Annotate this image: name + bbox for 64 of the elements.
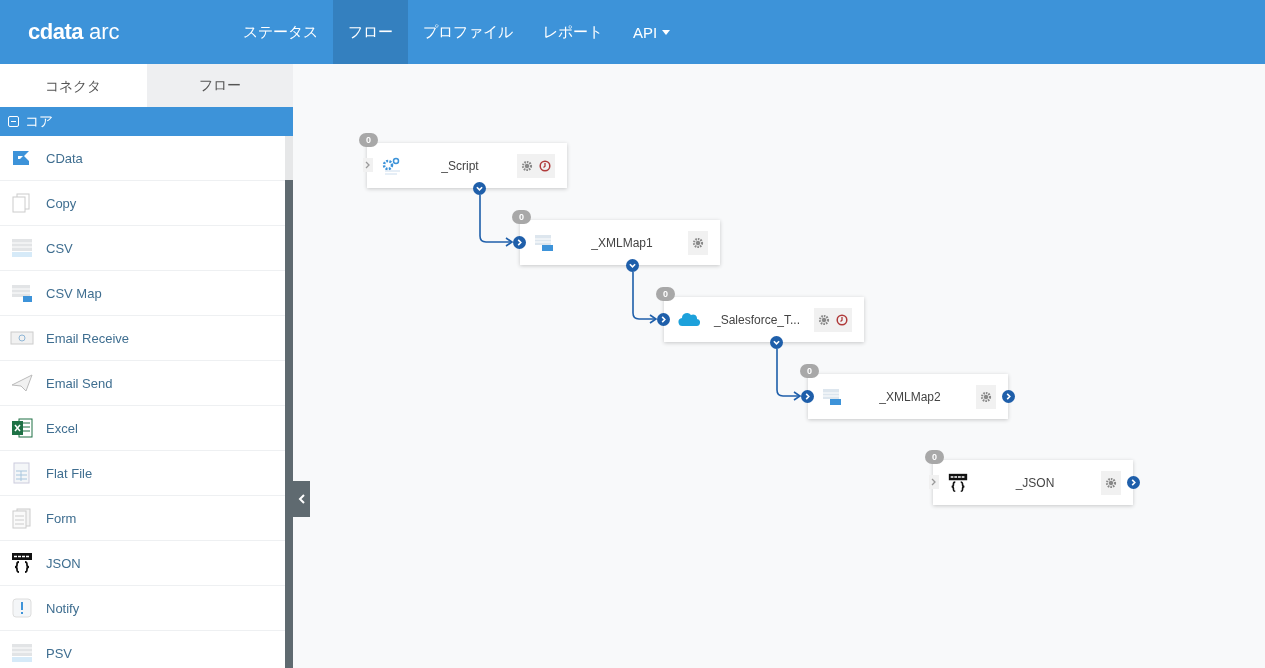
node-label: _Script (440, 158, 480, 173)
node-label: _Salesforce_T... (712, 312, 801, 327)
spreadsheet-icon (10, 417, 34, 439)
chevron-left-icon (297, 494, 306, 504)
braces-file-icon (10, 552, 34, 574)
connector-item[interactable]: PSV (0, 631, 285, 668)
count-badge: 0 (800, 364, 819, 378)
connector-arrow (632, 271, 658, 324)
alert-icon (10, 597, 34, 619)
map-file-icon (822, 386, 844, 407)
map-file-icon (10, 282, 34, 304)
flow-node[interactable]: _XMLMap2 (808, 374, 1008, 419)
braces-file-icon (947, 471, 969, 494)
input-chevron-icon[interactable] (929, 475, 939, 489)
flow-node[interactable]: _JSON (933, 460, 1133, 505)
node-label: _XMLMap1 (590, 235, 654, 250)
connector-item[interactable]: Form (0, 496, 285, 541)
nav-tab[interactable]: API (618, 0, 686, 64)
flow-node[interactable]: _Script (367, 143, 567, 188)
connector-arrow (479, 194, 514, 247)
flow-node[interactable]: _XMLMap1 (520, 220, 720, 265)
settings-icon[interactable] (1105, 476, 1117, 489)
settings-icon[interactable] (692, 236, 704, 249)
connector-item[interactable]: Flat File (0, 451, 285, 496)
connector-item[interactable]: CData (0, 136, 285, 181)
connector-item[interactable]: CSV (0, 226, 285, 271)
scrollbar[interactable] (285, 136, 293, 668)
count-badge: 0 (512, 210, 531, 224)
node-label: _XMLMap2 (878, 389, 942, 404)
settings-icon[interactable] (521, 159, 533, 172)
count-badge: 0 (925, 450, 944, 464)
connector-item[interactable]: Excel (0, 406, 285, 451)
node-label: _JSON (1014, 475, 1056, 490)
group-header[interactable]: コア (0, 107, 293, 136)
connector-item[interactable]: CSV Map (0, 271, 285, 316)
count-badge: 0 (359, 133, 378, 147)
spreadsheet-file-icon (10, 642, 34, 664)
collapse-sidebar-button[interactable] (293, 481, 310, 517)
nav-tab[interactable]: ステータス (228, 0, 333, 64)
nav-tab[interactable]: フロー (333, 0, 408, 64)
group-label: コア (25, 112, 53, 131)
collapse-icon[interactable] (8, 116, 19, 127)
connector-item[interactable]: JSON (0, 541, 285, 586)
connector-item[interactable]: Notify (0, 586, 285, 631)
flow-node[interactable]: _Salesforce_T... (664, 297, 864, 342)
map-file-icon (534, 232, 556, 253)
form-pages-icon (10, 507, 34, 529)
clock-icon[interactable] (836, 313, 848, 326)
clock-icon[interactable] (539, 159, 551, 172)
paper-plane-icon (10, 372, 34, 394)
settings-icon[interactable] (818, 313, 830, 326)
count-badge: 0 (656, 287, 675, 301)
nav-tab[interactable]: プロファイル (408, 0, 528, 64)
sidebar-tab[interactable]: フロー (146, 64, 293, 107)
app-logo[interactable]: cdata arc (0, 0, 228, 64)
nav-tab[interactable]: レポート (528, 0, 618, 64)
connector-item[interactable]: Email Send (0, 361, 285, 406)
input-chevron-icon[interactable] (363, 158, 373, 172)
spreadsheet-file-icon (10, 237, 34, 259)
settings-icon[interactable] (980, 390, 992, 403)
connector-arrow (776, 348, 802, 401)
connector-item[interactable]: Email Receive (0, 316, 285, 361)
gears-icon (381, 155, 403, 176)
connector-item[interactable]: Copy (0, 181, 285, 226)
